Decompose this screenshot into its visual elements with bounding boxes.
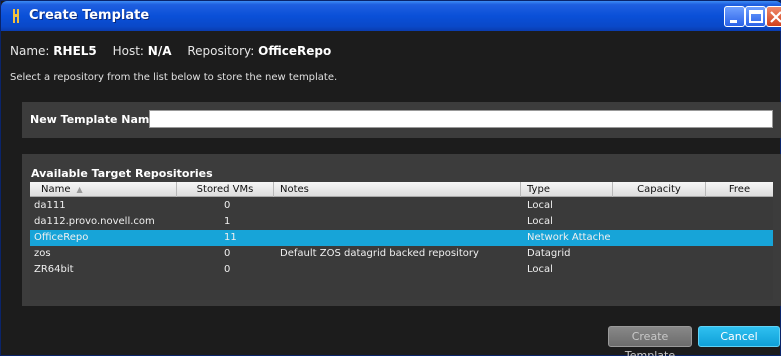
template-name-label: New Template Name: xyxy=(30,113,162,126)
column-header-notes[interactable]: Notes xyxy=(274,182,521,197)
column-header-type[interactable]: Type xyxy=(521,182,613,197)
cell-name: da111 xyxy=(34,200,66,211)
cell-name: zos xyxy=(34,248,51,259)
window-title: Create Template xyxy=(29,8,150,23)
cell-type: Network Attache xyxy=(527,232,611,243)
template-info: Name: RHEL5 Host: N/A Repository: Office… xyxy=(10,44,331,58)
host-value: N/A xyxy=(147,44,172,58)
column-header-label: Type xyxy=(527,184,550,195)
repositories-panel: Available Target Repositories Name ▲ Stor… xyxy=(22,154,781,306)
table-row[interactable]: da112.provo.novell.com 1 Local xyxy=(30,214,773,230)
column-header-free[interactable]: Free xyxy=(706,182,773,197)
cell-stored-vms: 0 xyxy=(224,264,231,275)
cell-stored-vms: 1 xyxy=(224,216,231,227)
template-icon xyxy=(13,9,19,23)
column-header-stored-vms[interactable]: Stored VMs xyxy=(177,182,274,197)
table-row[interactable]: ZR64bit 0 Local xyxy=(30,262,773,278)
column-header-label: Capacity xyxy=(637,184,681,195)
create-template-window: Create Template Name: RHEL5 Host: N/A Re… xyxy=(0,0,781,356)
cell-name: ZR64bit xyxy=(34,264,74,275)
template-name-input[interactable] xyxy=(149,110,773,128)
cell-notes: Default ZOS datagrid backed repository xyxy=(280,248,479,259)
name-label: Name: xyxy=(10,44,50,58)
minimize-icon xyxy=(730,20,737,23)
title-bar[interactable]: Create Template xyxy=(1,1,781,31)
column-header-label: Notes xyxy=(280,184,309,195)
close-button[interactable] xyxy=(766,6,781,27)
create-template-button[interactable]: Create Template xyxy=(608,326,692,356)
cell-type: Local xyxy=(527,216,553,227)
repository-value: OfficeRepo xyxy=(258,44,332,58)
table-header: Name ▲ Stored VMs Notes Type Capacity Fre… xyxy=(30,182,773,197)
table-row[interactable]: zos 0 Default ZOS datagrid backed reposito… xyxy=(30,246,773,262)
column-header-label: Free xyxy=(728,184,751,195)
repository-label: Repository: xyxy=(187,44,255,58)
host-label: Host: xyxy=(112,44,144,58)
column-header-label: Name xyxy=(41,184,71,195)
sort-ascending-icon: ▲ xyxy=(76,185,83,194)
name-value: RHEL5 xyxy=(53,44,97,58)
cell-type: Local xyxy=(527,200,553,211)
cell-stored-vms: 0 xyxy=(224,200,231,211)
table-row[interactable]: OfficeRepo 11 Network Attache xyxy=(30,230,773,246)
table-row[interactable]: da111 0 Local xyxy=(30,198,773,214)
cancel-button[interactable]: Cancel xyxy=(698,326,780,347)
cell-type: Local xyxy=(527,264,553,275)
maximize-icon xyxy=(749,10,763,23)
instructions-text: Select a repository from the list below … xyxy=(10,72,338,83)
maximize-button[interactable] xyxy=(745,6,766,27)
cell-type: Datagrid xyxy=(527,248,571,259)
repositories-title: Available Target Repositories xyxy=(31,167,213,180)
cell-name: da112.provo.novell.com xyxy=(34,216,155,227)
repositories-table: Name ▲ Stored VMs Notes Type Capacity Fre… xyxy=(30,182,773,300)
column-header-label: Stored VMs xyxy=(196,184,254,195)
close-icon xyxy=(770,11,781,23)
column-header-capacity[interactable]: Capacity xyxy=(613,182,706,197)
template-name-panel: New Template Name: xyxy=(22,102,781,138)
cell-stored-vms: 0 xyxy=(224,248,231,259)
cell-stored-vms: 11 xyxy=(224,232,237,243)
cell-name: OfficeRepo xyxy=(34,232,89,243)
minimize-button[interactable] xyxy=(724,6,745,27)
column-header-name[interactable]: Name ▲ xyxy=(30,182,177,197)
